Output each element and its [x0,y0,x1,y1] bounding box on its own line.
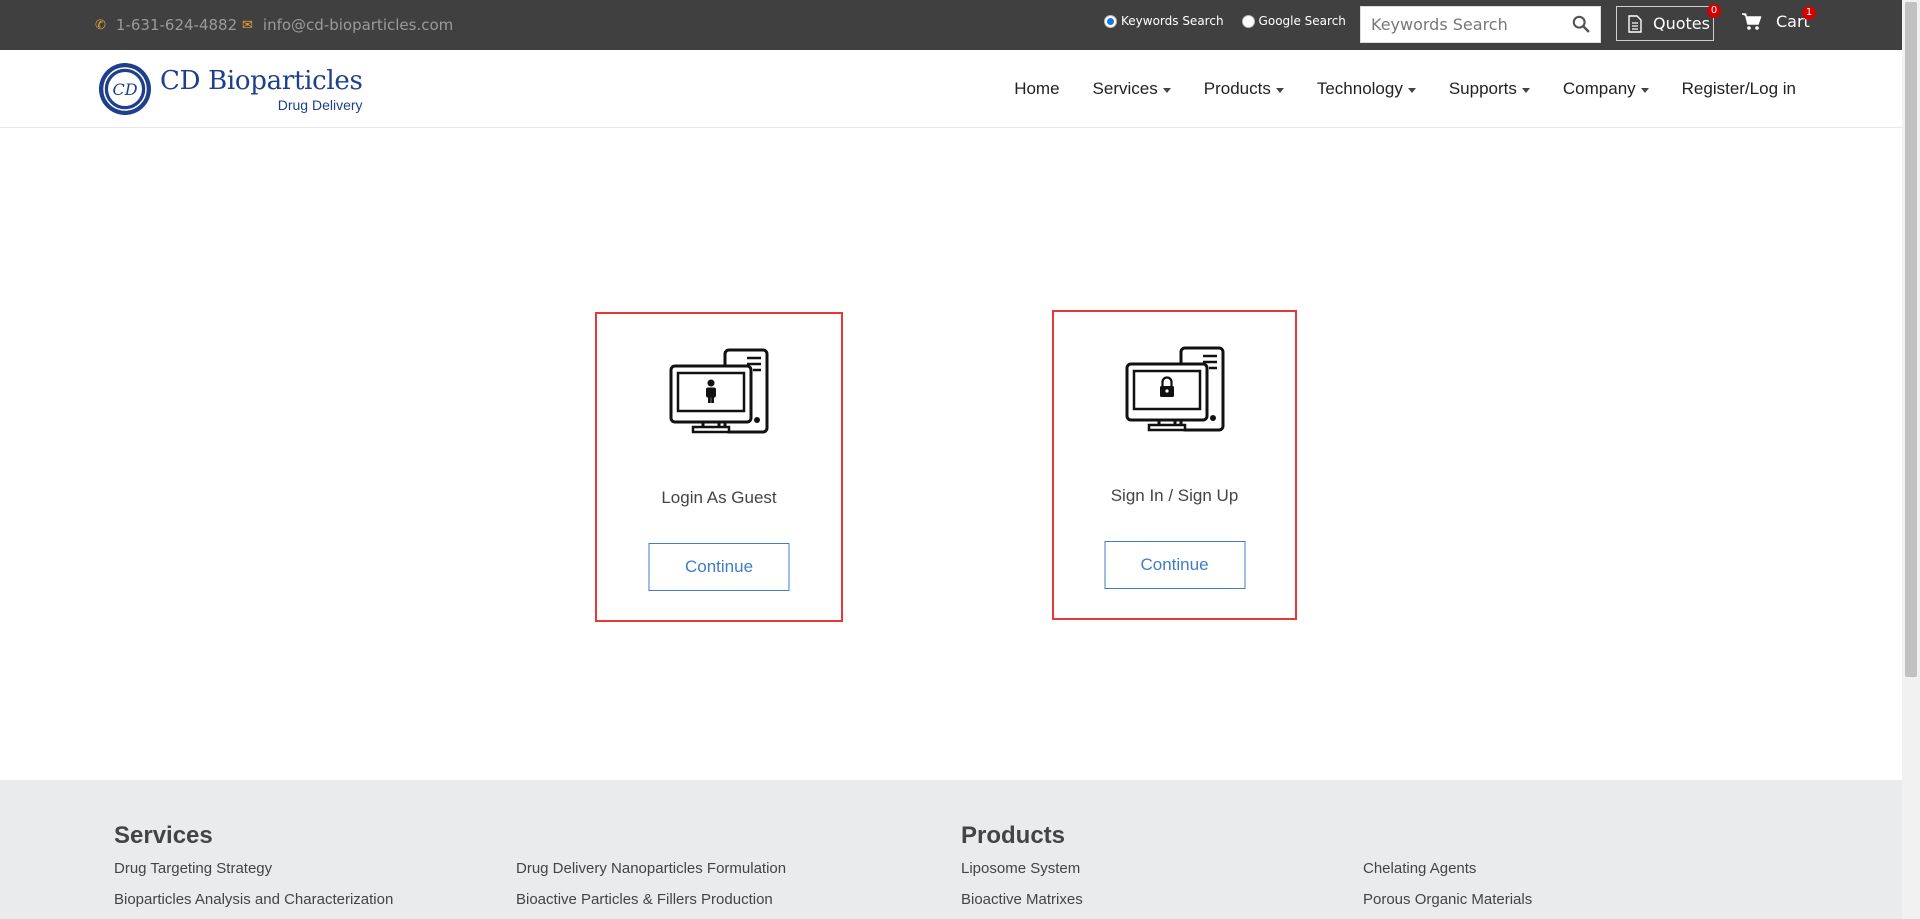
nav-item-products[interactable]: Products [1204,79,1284,99]
footer-link[interactable]: Chelating Agents [1363,860,1476,877]
main-navbar: CD CD Bioparticles Drug Delivery Home Se… [0,50,1902,128]
footer-link[interactable]: Porous Organic Materials [1363,891,1532,908]
nav-item-register-login[interactable]: Register/Log in [1682,79,1796,99]
footer: Services Drug Targeting Strategy Biopart… [0,780,1902,919]
sign-in-sign-up-card: Sign In / Sign Up Continue [1052,310,1297,620]
top-bar: ✆ 1-631-624-4882 ✉ info@cd-bioparticles.… [0,0,1902,50]
search-type-options: Keywords Search Google Search [1104,14,1364,28]
computer-lock-icon [1125,346,1224,432]
email-address: info@cd-bioparticles.com [262,16,454,34]
page-scrollbar[interactable] [1902,0,1920,919]
login-as-guest-label: Login As Guest [661,488,777,507]
footer-link[interactable]: Drug Delivery Nanoparticles Formulation [516,860,786,877]
brand-name: CD Bioparticles [160,66,363,96]
brand-subtitle: Drug Delivery [277,97,363,113]
google-search-radio[interactable] [1241,14,1255,28]
site-logo[interactable]: CD CD Bioparticles Drug Delivery [98,62,363,116]
phone-number: 1-631-624-4882 [115,16,238,34]
caret-down-icon [1407,87,1416,93]
nav-item-supports[interactable]: Supports [1449,79,1530,99]
caret-down-icon [1640,87,1649,93]
quotes-count-badge: 0 [1707,4,1721,18]
footer-link[interactable]: Bioparticles Analysis and Characterizati… [114,891,393,908]
caret-down-icon [1521,87,1530,93]
footer-link[interactable]: Drug Targeting Strategy [114,860,272,877]
scrollbar-thumb[interactable] [1905,2,1917,677]
search-input[interactable] [1361,7,1561,42]
search-box [1360,6,1601,43]
search-icon[interactable] [1572,15,1590,33]
login-as-guest-card: Login As Guest Continue [595,312,843,622]
phone-contact[interactable]: ✆ 1-631-624-4882 [95,0,237,50]
nav-menu: Home Services Products Technology Suppor… [981,50,1796,128]
envelope-icon: ✉ [242,17,253,33]
cart-button[interactable]: Cart 1 [1742,6,1816,31]
caret-down-icon [1275,87,1284,93]
quotes-label: Quotes [1653,14,1710,33]
computer-user-icon [669,348,769,434]
logo-emblem: CD [99,63,151,115]
footer-link[interactable]: Bioactive Matrixes [961,891,1083,908]
sign-in-sign-up-label: Sign In / Sign Up [1110,486,1239,505]
nav-item-technology[interactable]: Technology [1317,79,1416,99]
guest-continue-button[interactable]: Continue [648,543,790,591]
keywords-search-label[interactable]: Keywords Search [1121,14,1224,28]
email-contact[interactable]: ✉ info@cd-bioparticles.com [242,0,453,50]
document-icon [1628,14,1642,33]
phone-icon: ✆ [95,17,106,33]
nav-item-services[interactable]: Services [1093,79,1171,99]
nav-item-home[interactable]: Home [1014,79,1059,99]
shopping-cart-icon [1742,12,1762,30]
footer-link[interactable]: Bioactive Particles & Fillers Production [516,891,773,908]
footer-link[interactable]: Liposome System [961,860,1080,877]
caret-down-icon [1162,87,1171,93]
quotes-button[interactable]: Quotes 0 [1616,4,1721,41]
footer-services-title: Services [114,822,213,849]
google-search-label[interactable]: Google Search [1259,14,1346,28]
keywords-search-radio[interactable] [1104,14,1117,28]
nav-item-company[interactable]: Company [1563,79,1649,99]
signin-continue-button[interactable]: Continue [1104,541,1245,589]
footer-products-title: Products [961,822,1066,849]
cart-count-badge: 1 [1802,6,1816,20]
logo-monogram: CD [112,80,137,99]
